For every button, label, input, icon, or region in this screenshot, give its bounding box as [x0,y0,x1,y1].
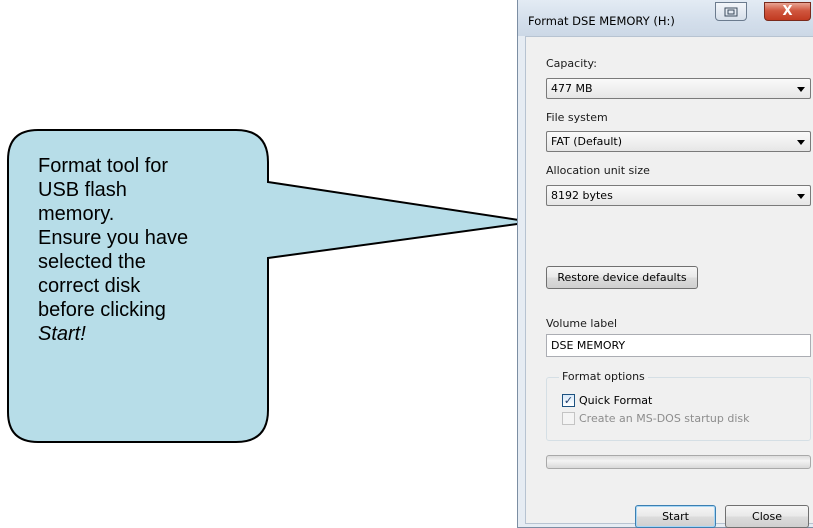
close-window-button[interactable]: X [764,2,811,21]
msdos-disk-option: Create an MS-DOS startup disk [562,411,750,425]
checkmark-icon: ✓ [563,393,574,407]
callout-line: Ensure you have [38,227,189,249]
capacity-value: 477 MB [551,82,593,95]
callout-line: correct disk [38,275,141,297]
format-progress-bar [546,455,811,469]
quick-format-label: Quick Format [579,393,653,407]
format-options-group [546,377,811,441]
format-dialog: Format DSE MEMORY (H:) X Capacity: 477 M… [517,0,813,528]
msdos-disk-checkbox [562,411,575,425]
close-icon: X [782,4,793,19]
dialog-titlebar[interactable]: Format DSE MEMORY (H:) X [518,0,813,36]
file-system-label: File system [546,111,608,124]
msdos-disk-label: Create an MS-DOS startup disk [579,411,750,425]
allocation-label: Allocation unit size [546,164,650,177]
allocation-value: 8192 bytes [551,189,613,202]
format-options-title: Format options [559,370,648,383]
restore-defaults-button[interactable]: Restore device defaults [546,266,698,289]
close-button[interactable]: Close [725,505,809,528]
callout-line: USB flash [38,179,127,201]
capacity-label: Capacity: [546,57,597,70]
dialog-title: Format DSE MEMORY (H:) [528,14,675,28]
file-system-value: FAT (Default) [551,135,622,148]
callout-line: before clicking [38,299,166,321]
callout-line: Format tool for [38,155,169,177]
callout-emphasis: Start! [38,322,270,346]
restore-window-button[interactable] [715,2,747,21]
quick-format-option[interactable]: ✓ Quick Format [562,393,652,407]
callout-emphasis-text: Start! [38,323,86,345]
dropdown-arrow-icon [797,194,805,199]
restore-window-icon [724,7,738,16]
dialog-body: Capacity: 477 MB File system FAT (Defaul… [525,36,813,528]
file-system-select[interactable]: FAT (Default) [546,131,811,152]
volume-label-caption: Volume label [546,317,618,330]
callout-text: Format tool for USB flash memory. Ensure… [38,154,270,346]
start-button[interactable]: Start [635,505,716,528]
dropdown-arrow-icon [797,140,805,145]
allocation-select[interactable]: 8192 bytes [546,185,811,206]
volume-label-input[interactable]: DSE MEMORY [546,334,811,357]
capacity-select[interactable]: 477 MB [546,78,811,99]
dropdown-arrow-icon [797,87,805,92]
quick-format-checkbox[interactable]: ✓ [562,393,575,407]
callout-line: memory. [38,203,115,225]
callout-line: selected the [38,251,146,273]
